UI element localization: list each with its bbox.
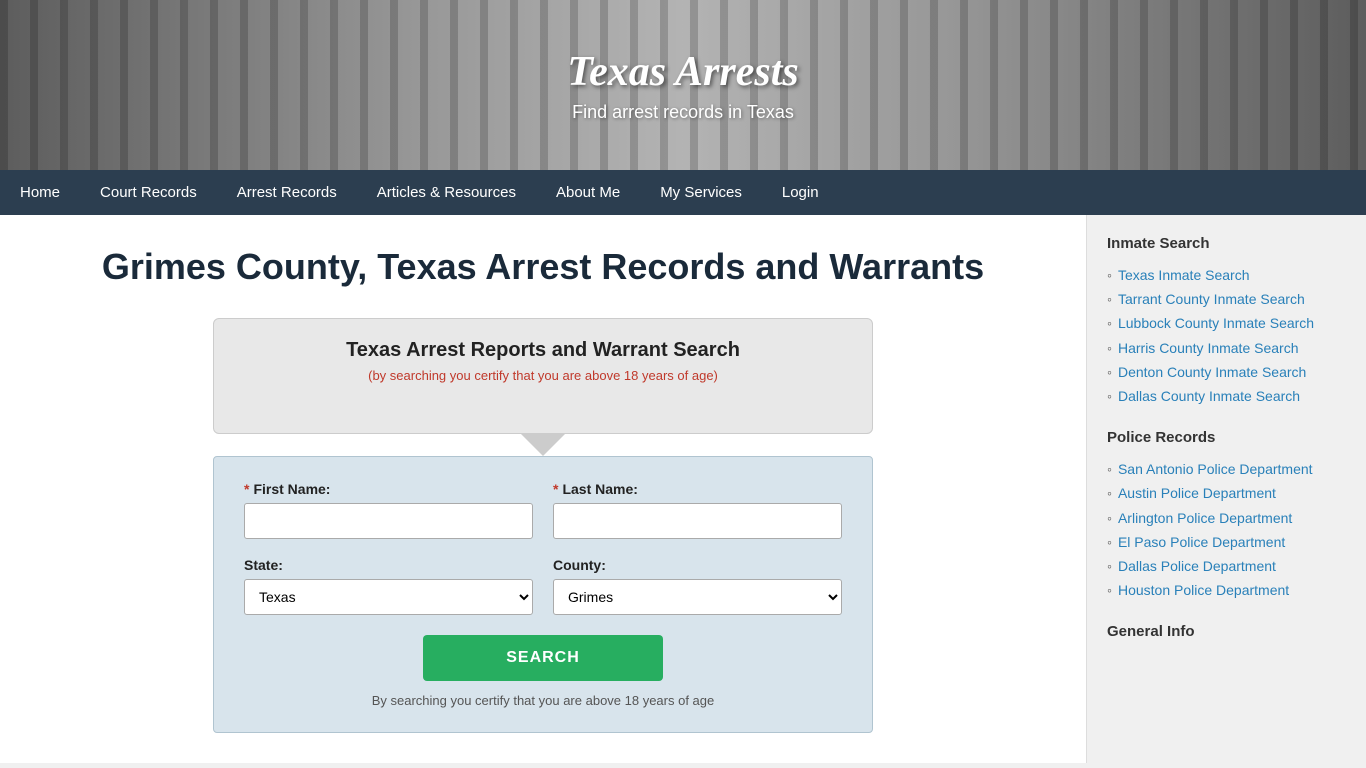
list-item: Texas Inmate Search [1107, 266, 1346, 284]
search-box-title: Texas Arrest Reports and Warrant Search [244, 339, 842, 362]
state-select[interactable]: Texas [244, 579, 533, 615]
site-subtitle: Find arrest records in Texas [567, 102, 798, 123]
inmate-search-lubbock[interactable]: Lubbock County Inmate Search [1118, 314, 1314, 332]
list-item: Austin Police Department [1107, 484, 1346, 502]
nav-home[interactable]: Home [0, 170, 80, 215]
search-box-header: Texas Arrest Reports and Warrant Search … [213, 318, 873, 434]
list-item: Dallas County Inmate Search [1107, 387, 1346, 405]
nav-about[interactable]: About Me [536, 170, 640, 215]
page-heading: Grimes County, Texas Arrest Records and … [40, 245, 1046, 288]
list-item: Houston Police Department [1107, 581, 1346, 599]
police-dallas[interactable]: Dallas Police Department [1118, 557, 1276, 575]
form-group-first-name: *First Name: [244, 481, 533, 539]
first-name-required-marker: * [244, 481, 249, 497]
search-footer-note: By searching you certify that you are ab… [244, 693, 842, 708]
police-houston[interactable]: Houston Police Department [1118, 581, 1289, 599]
list-item: Denton County Inmate Search [1107, 363, 1346, 381]
county-select[interactable]: Grimes [553, 579, 842, 615]
inmate-search-texas[interactable]: Texas Inmate Search [1118, 266, 1250, 284]
inmate-search-harris[interactable]: Harris County Inmate Search [1118, 339, 1299, 357]
police-records-list: San Antonio Police Department Austin Pol… [1107, 460, 1346, 599]
form-group-last-name: *Last Name: [553, 481, 842, 539]
last-name-input[interactable] [553, 503, 842, 539]
search-button[interactable]: SEARCH [423, 635, 663, 681]
arrow-down-icon [521, 434, 565, 456]
form-group-county: County: Grimes [553, 557, 842, 615]
last-name-label: *Last Name: [553, 481, 842, 497]
page-body: Grimes County, Texas Arrest Records and … [0, 215, 1366, 763]
state-label: State: [244, 557, 533, 573]
first-name-label: *First Name: [244, 481, 533, 497]
nav-services[interactable]: My Services [640, 170, 762, 215]
site-title: Texas Arrests [567, 48, 798, 96]
last-name-required-marker: * [553, 481, 558, 497]
banner: Texas Arrests Find arrest records in Tex… [0, 0, 1366, 170]
county-label: County: [553, 557, 842, 573]
sidebar: Inmate Search Texas Inmate Search Tarran… [1086, 215, 1366, 763]
inmate-search-dallas[interactable]: Dallas County Inmate Search [1118, 387, 1300, 405]
police-records-title: Police Records [1107, 429, 1346, 450]
search-form: *First Name: *Last Name: State: Texas [213, 456, 873, 733]
sidebar-police-records: Police Records San Antonio Police Depart… [1107, 429, 1346, 599]
list-item: San Antonio Police Department [1107, 460, 1346, 478]
main-nav: Home Court Records Arrest Records Articl… [0, 170, 1366, 215]
police-san-antonio[interactable]: San Antonio Police Department [1118, 460, 1313, 478]
first-name-input[interactable] [244, 503, 533, 539]
banner-content: Texas Arrests Find arrest records in Tex… [567, 48, 798, 123]
form-group-state: State: Texas [244, 557, 533, 615]
list-item: Dallas Police Department [1107, 557, 1346, 575]
main-content: Grimes County, Texas Arrest Records and … [0, 215, 1086, 763]
inmate-search-tarrant[interactable]: Tarrant County Inmate Search [1118, 290, 1305, 308]
list-item: El Paso Police Department [1107, 533, 1346, 551]
nav-arrest-records[interactable]: Arrest Records [217, 170, 357, 215]
list-item: Arlington Police Department [1107, 509, 1346, 527]
search-box-age-note: (by searching you certify that you are a… [244, 368, 842, 383]
list-item: Tarrant County Inmate Search [1107, 290, 1346, 308]
inmate-search-title: Inmate Search [1107, 235, 1346, 256]
form-row-names: *First Name: *Last Name: [244, 481, 842, 539]
police-austin[interactable]: Austin Police Department [1118, 484, 1276, 502]
inmate-search-denton[interactable]: Denton County Inmate Search [1118, 363, 1306, 381]
police-el-paso[interactable]: El Paso Police Department [1118, 533, 1285, 551]
nav-login[interactable]: Login [762, 170, 839, 215]
sidebar-general-info: General Info [1107, 623, 1346, 644]
nav-articles[interactable]: Articles & Resources [357, 170, 536, 215]
nav-court-records[interactable]: Court Records [80, 170, 217, 215]
form-row-location: State: Texas County: Grimes [244, 557, 842, 615]
general-info-title: General Info [1107, 623, 1346, 644]
list-item: Harris County Inmate Search [1107, 339, 1346, 357]
list-item: Lubbock County Inmate Search [1107, 314, 1346, 332]
police-arlington[interactable]: Arlington Police Department [1118, 509, 1292, 527]
sidebar-inmate-search: Inmate Search Texas Inmate Search Tarran… [1107, 235, 1346, 405]
inmate-search-list: Texas Inmate Search Tarrant County Inmat… [1107, 266, 1346, 405]
